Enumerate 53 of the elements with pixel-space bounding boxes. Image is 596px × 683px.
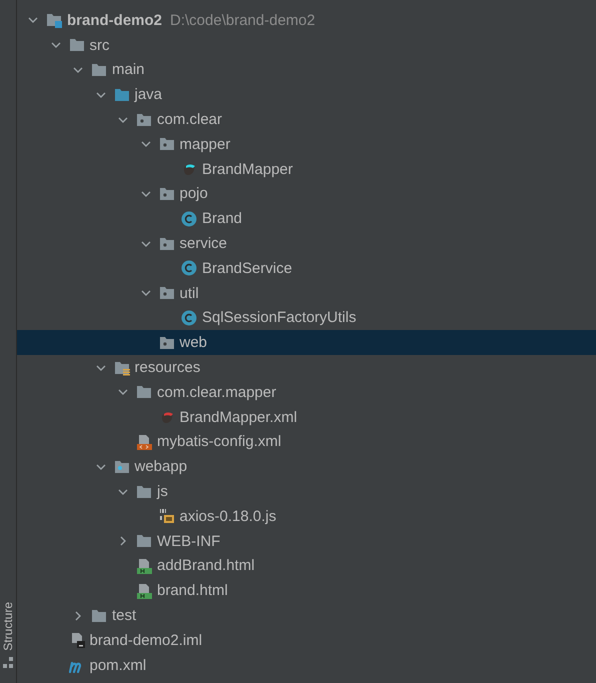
tree-row[interactable]: WEB-INF	[17, 528, 596, 554]
module-folder-icon	[46, 12, 62, 28]
tree-row[interactable]: brand-demo2 D:\code\brand-demo2	[17, 8, 596, 33]
tree-row[interactable]: BrandMapper.xml	[17, 404, 596, 430]
class-icon	[181, 210, 197, 227]
folder-icon	[68, 37, 84, 54]
html-file-icon	[136, 582, 152, 599]
tree-row[interactable]: pom.xml	[17, 652, 596, 678]
project-path: D:\code\brand-demo2	[170, 12, 316, 29]
structure-icon[interactable]	[2, 657, 14, 669]
tree-row[interactable]: BrandService	[17, 256, 596, 281]
tree-row[interactable]: brand-demo2.iml	[17, 628, 596, 653]
tree-row[interactable]: brand.html	[17, 578, 596, 604]
tree-row[interactable]: resources	[17, 355, 596, 380]
tree-row[interactable]: addBrand.html	[17, 554, 596, 578]
structure-tab[interactable]: Structure	[1, 602, 15, 651]
package-folder-icon	[158, 334, 174, 351]
folder-icon	[136, 533, 152, 550]
folder-icon	[136, 484, 152, 500]
tree-row[interactable]: SqlSessionFactoryUtils	[17, 306, 596, 330]
folder-icon	[114, 86, 130, 103]
tree-row[interactable]: mybatis-config.xml	[17, 430, 596, 454]
package-folder-icon	[136, 112, 152, 128]
tree-row[interactable]: java	[17, 82, 596, 108]
class-icon	[181, 260, 197, 276]
tree-row[interactable]: BrandMapper	[17, 156, 596, 182]
class-icon	[181, 310, 197, 326]
package-folder-icon	[158, 285, 174, 302]
tree-row[interactable]: webapp	[17, 454, 596, 480]
tree-row[interactable]: js	[17, 479, 596, 504]
selected-tree-row[interactable]: web	[17, 330, 596, 356]
folder-icon	[91, 62, 107, 78]
tree-row[interactable]: pojo	[17, 182, 596, 206]
html-file-icon	[136, 558, 152, 574]
folder-icon	[136, 384, 152, 400]
package-folder-icon	[158, 136, 174, 152]
tree-row[interactable]: Brand	[17, 206, 596, 232]
tree-row[interactable]: src	[17, 32, 596, 58]
tree-row[interactable]: mapper	[17, 132, 596, 157]
tree-row[interactable]: test	[17, 603, 596, 628]
package-folder-icon	[158, 186, 174, 202]
folder-icon	[91, 608, 107, 624]
tree-row[interactable]: com.clear	[17, 107, 596, 132]
tree-row[interactable]: com.clear.mapper	[17, 380, 596, 405]
tree-row[interactable]: axios-0.18.0.js	[17, 504, 596, 529]
tree-row[interactable]: service	[17, 231, 596, 256]
package-folder-icon	[158, 236, 174, 252]
tree-row[interactable]: util	[17, 280, 596, 306]
xml-file-icon	[136, 434, 152, 450]
web-folder-icon	[114, 458, 130, 475]
tree-row[interactable]: main	[17, 58, 596, 82]
resources-folder-icon	[114, 360, 130, 376]
js-file-icon	[158, 508, 174, 524]
